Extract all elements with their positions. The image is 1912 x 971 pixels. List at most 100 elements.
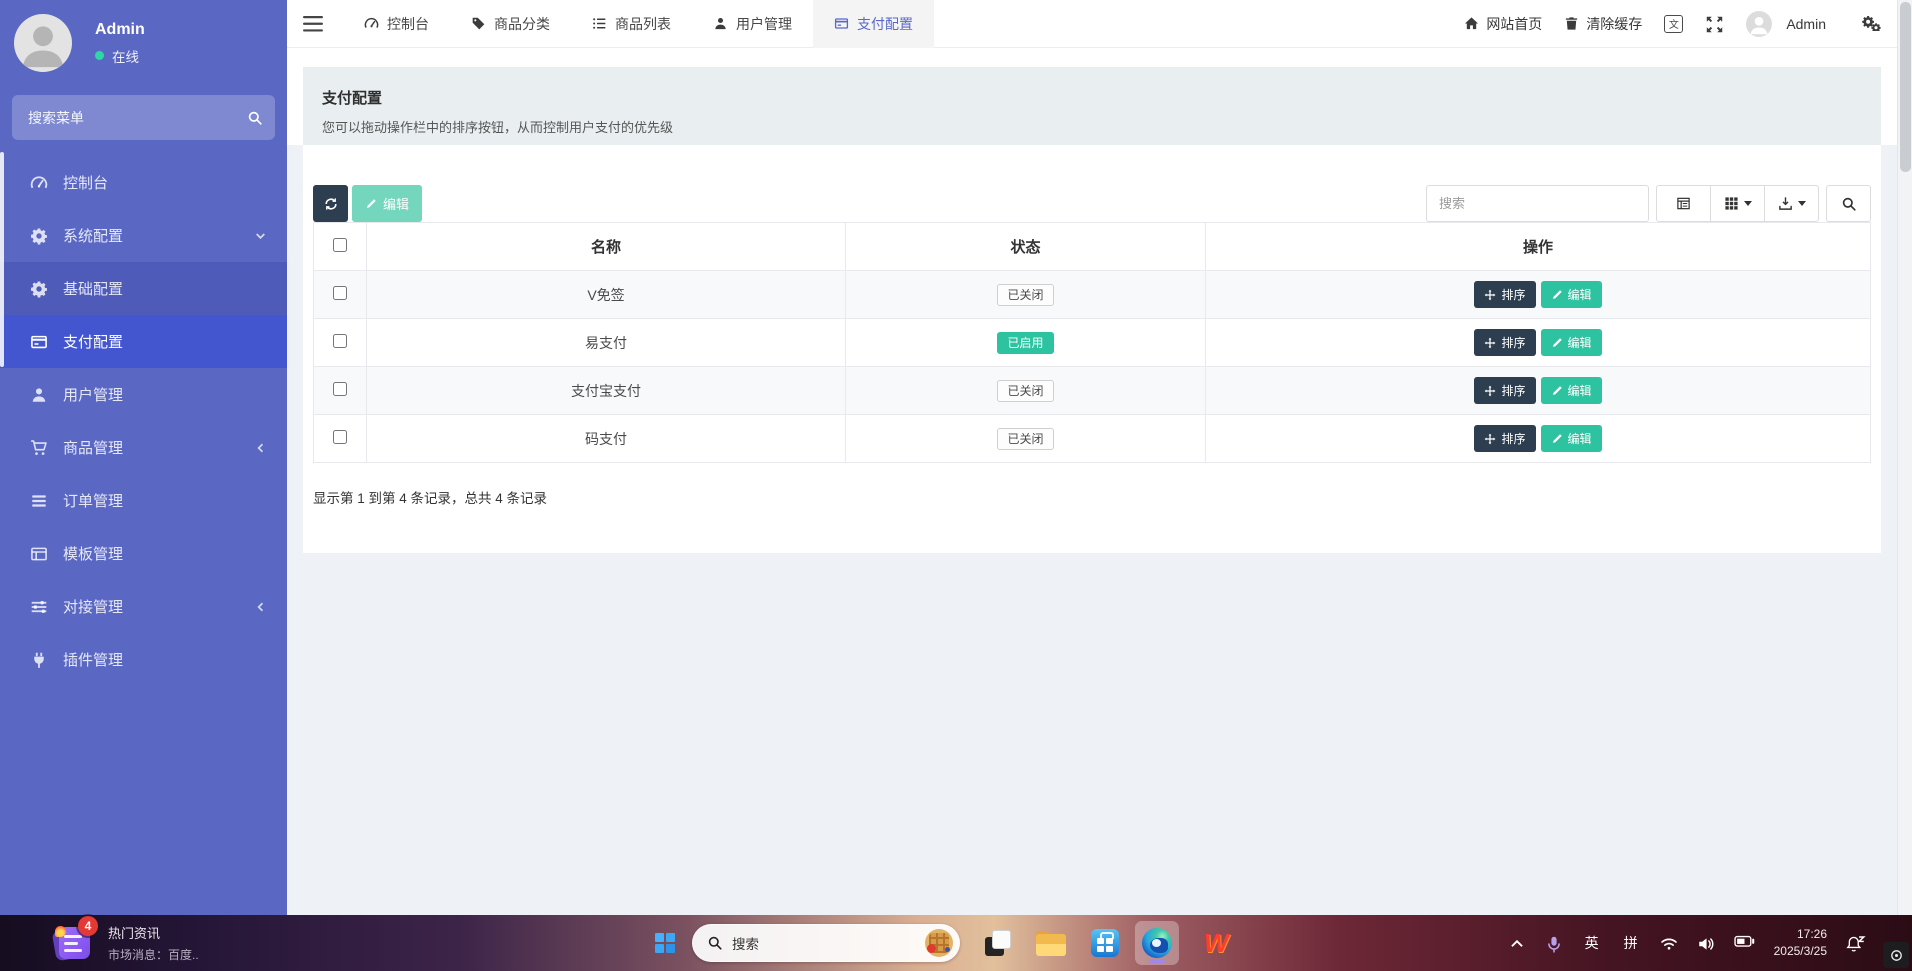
user-icon [30, 386, 48, 404]
table-toolbar: 编辑 [313, 145, 1871, 222]
ime-mode-indicator[interactable]: 拼 [1621, 933, 1641, 953]
wifi-icon[interactable] [1660, 935, 1678, 951]
screen: Admin 在线 控制台 系统配置 [0, 0, 1912, 971]
sidebar-item-basic-config[interactable]: 基础配置 [0, 262, 287, 315]
notification-bell-icon[interactable] [1846, 935, 1866, 951]
sort-drag-button[interactable]: 排序 [1474, 377, 1535, 404]
topnav-user-name[interactable]: Admin [1786, 16, 1826, 32]
clear-cache-link[interactable]: 清除缓存 [1564, 14, 1642, 34]
pencil-icon [1551, 385, 1563, 397]
edit-button-label: 编辑 [383, 194, 409, 213]
sliders-icon [30, 598, 48, 616]
page-header: 支付配置 您可以拖动操作栏中的排序按钮，从而控制用户支付的优先级 [303, 67, 1881, 145]
sidebar-item-payment-config[interactable]: 支付配置 [0, 315, 287, 368]
paging-switch-button[interactable] [1656, 185, 1711, 222]
speaker-icon[interactable] [1697, 935, 1715, 951]
page-scrollbar[interactable] [1897, 0, 1912, 915]
row-edit-button[interactable]: 编辑 [1541, 425, 1602, 452]
sidebar-item-system-config[interactable]: 系统配置 [0, 209, 287, 262]
avatar[interactable] [1746, 11, 1772, 37]
sidebar-item-product-management[interactable]: 商品管理 [0, 421, 287, 474]
sort-drag-button[interactable]: 排序 [1474, 281, 1535, 308]
microsoft-store-button[interactable] [1091, 929, 1119, 957]
microphone-icon[interactable] [1545, 935, 1563, 951]
sidebar-item-order-management[interactable]: 订单管理 [0, 474, 287, 527]
tab-dashboard[interactable]: 控制台 [343, 0, 450, 48]
tab-label: 商品列表 [615, 14, 671, 34]
start-button[interactable] [655, 933, 675, 953]
taskbar-search[interactable]: 搜索 [692, 924, 960, 962]
scrollbar-thumb[interactable] [1900, 2, 1911, 172]
payment-icon [30, 333, 48, 351]
avatar[interactable] [14, 14, 72, 72]
sidebar-item-label: 对接管理 [63, 596, 123, 617]
settings-gears-icon[interactable] [1862, 15, 1881, 33]
table-row[interactable]: 码支付 已关闭 排序 编辑 [314, 415, 1871, 463]
plug-icon [30, 651, 48, 669]
table-view-button-group [1656, 185, 1819, 222]
sidebar-item-label: 插件管理 [63, 649, 123, 670]
select-all-checkbox[interactable] [333, 238, 347, 252]
wps-office-button[interactable]: W [1204, 930, 1229, 956]
site-home-link[interactable]: 网站首页 [1464, 14, 1542, 34]
ime-language-indicator[interactable]: 英 [1582, 933, 1602, 953]
tab-label: 用户管理 [736, 14, 792, 34]
taskbar: 4 热门资讯 市场消息：百度.. 搜索 W 英 拼 [0, 915, 1912, 971]
table-row[interactable]: V免签 已关闭 排序 编辑 [314, 271, 1871, 319]
sidebar-item-user-management[interactable]: 用户管理 [0, 368, 287, 421]
system-tray: 英 拼 17:26 2025/3/25 [1508, 915, 1866, 971]
tab-payment-config[interactable]: 支付配置 [813, 0, 934, 48]
status-badge: 已关闭 [997, 380, 1053, 402]
sort-drag-button[interactable]: 排序 [1474, 329, 1535, 356]
row-edit-button[interactable]: 编辑 [1541, 329, 1602, 356]
row-checkbox[interactable] [333, 382, 347, 396]
table-row[interactable]: 支付宝支付 已关闭 排序 编辑 [314, 367, 1871, 415]
sort-drag-button[interactable]: 排序 [1474, 425, 1535, 452]
sidebar-item-dashboard[interactable]: 控制台 [0, 156, 287, 209]
sidebar-item-template-management[interactable]: 模板管理 [0, 527, 287, 580]
refresh-button[interactable] [313, 185, 348, 222]
search-icon[interactable] [235, 95, 275, 140]
pencil-icon [365, 198, 377, 210]
menu-toggle-icon[interactable] [303, 16, 323, 31]
battery-icon[interactable] [1734, 935, 1755, 951]
row-checkbox[interactable] [333, 334, 347, 348]
tab-label: 支付配置 [857, 14, 913, 34]
tab-product-category[interactable]: 商品分类 [450, 0, 571, 48]
sidebar-item-label: 系统配置 [63, 225, 123, 246]
widgets-button[interactable]: 4 热门资讯 市场消息：百度.. [52, 915, 199, 971]
fullscreen-icon[interactable] [1705, 15, 1724, 33]
table-row[interactable]: 易支付 已启用 排序 编辑 [314, 319, 1871, 367]
active-app-indicator [1149, 960, 1165, 963]
sidebar-item-plugin-management[interactable]: 插件管理 [0, 633, 287, 686]
sidebar-item-label: 订单管理 [63, 490, 123, 511]
edge-browser-button[interactable] [1135, 921, 1179, 965]
topnav-right: 网站首页 清除缓存 文 Admin [1464, 11, 1897, 37]
clock[interactable]: 17:26 2025/3/25 [1774, 926, 1827, 961]
payment-table: 名称 状态 操作 V免签 已关闭 排序 编辑 [313, 222, 1871, 463]
row-checkbox[interactable] [333, 286, 347, 300]
tab-user-management[interactable]: 用户管理 [692, 0, 813, 48]
weather-widget-icon[interactable] [925, 929, 953, 957]
translate-icon[interactable]: 文 [1664, 15, 1683, 33]
row-edit-button[interactable]: 编辑 [1541, 377, 1602, 404]
sidebar-search-input[interactable] [12, 110, 235, 126]
file-explorer-button[interactable] [1036, 931, 1066, 956]
export-button[interactable] [1764, 185, 1819, 222]
table-header-row: 名称 状态 操作 [314, 223, 1871, 271]
search-submit-button[interactable] [1826, 185, 1871, 222]
record-summary: 显示第 1 到第 4 条记录，总共 4 条记录 [313, 463, 1871, 507]
row-checkbox[interactable] [333, 430, 347, 444]
sidebar-item-integration-management[interactable]: 对接管理 [0, 580, 287, 633]
edit-button[interactable]: 编辑 [352, 185, 422, 222]
table-search-input[interactable] [1426, 185, 1649, 222]
tray-chevron-up-icon[interactable] [1508, 935, 1526, 951]
screen-capture-indicator[interactable] [1883, 942, 1909, 968]
tab-product-list[interactable]: 商品列表 [571, 0, 692, 48]
template-icon [30, 545, 48, 563]
task-view-button[interactable] [985, 930, 1011, 956]
caret-down-icon [1744, 201, 1752, 206]
columns-button[interactable] [1710, 185, 1765, 222]
edge-icon [1142, 928, 1172, 958]
row-edit-button[interactable]: 编辑 [1541, 281, 1602, 308]
